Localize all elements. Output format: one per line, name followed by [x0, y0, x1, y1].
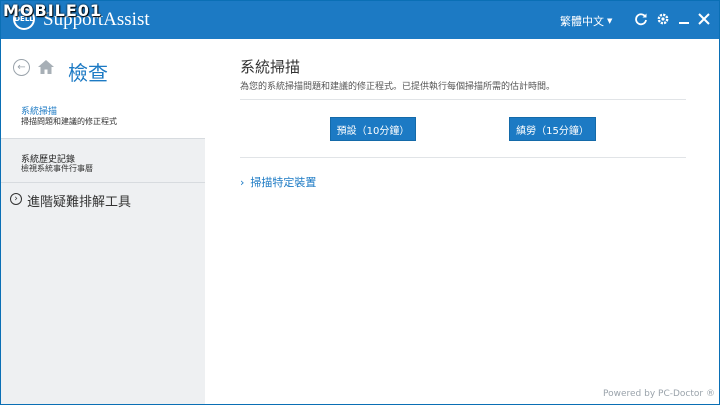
language-selector[interactable]: 繁體中文 ▼	[560, 13, 612, 29]
app-window: DELL SupportAssist MOBILE01 繁體中文 ▼ ← 檢查	[0, 0, 720, 405]
divider	[240, 99, 686, 100]
thorough-scan-button[interactable]: 縝勞（15分鐘）	[509, 117, 596, 141]
main-panel: 系統掃描 為您的系統掃描問題和建議的修正程式。已提供執行每個掃描所需的估計時間。…	[205, 39, 719, 404]
sidebar-item-sublabel: 檢視系統事件行事曆	[21, 164, 93, 173]
language-label: 繁體中文	[560, 15, 604, 28]
back-arrow-icon[interactable]: ←	[13, 59, 30, 76]
close-icon[interactable]	[695, 10, 713, 28]
page-title: 系統掃描	[240, 58, 301, 76]
page-description: 為您的系統掃描問題和建議的修正程式。已提供執行每個掃描所需的估計時間。	[240, 82, 556, 92]
sidebar-item-label: 進階疑難排解工具	[27, 195, 132, 210]
watermark: MOBILE01	[3, 1, 103, 20]
sidebar-header: ← 檢查	[1, 39, 205, 94]
minimize-icon[interactable]	[675, 10, 693, 28]
title-bar: DELL SupportAssist MOBILE01 繁體中文 ▼	[1, 1, 719, 39]
gear-icon[interactable]	[654, 10, 672, 28]
refresh-icon[interactable]	[632, 10, 650, 28]
sidebar-item-system-history[interactable]: 系統歷史記錄 檢視系統事件行事曆	[1, 138, 205, 183]
sidebar: ← 檢查 系統掃描 掃描問題和建議的修正程式 系統歷史記錄 檢視系統事件行事曆 …	[1, 39, 205, 404]
divider	[240, 157, 686, 158]
sidebar-item-system-scan[interactable]: 系統掃描 掃描問題和建議的修正程式	[1, 94, 205, 138]
chevron-right-icon: ›	[240, 175, 245, 189]
sidebar-item-advanced-tools[interactable]: › 進階疑難排解工具	[1, 182, 205, 215]
chevron-right-icon: ›	[10, 193, 22, 205]
home-icon[interactable]	[37, 58, 55, 76]
sidebar-title: 檢查	[68, 61, 108, 85]
scan-specific-device-label: 掃描特定裝置	[250, 176, 317, 189]
scan-specific-device-link[interactable]: › 掃描特定裝置	[240, 174, 316, 190]
chevron-down-icon: ▼	[607, 17, 613, 25]
footer-credit: Powered by PC-Doctor ®	[603, 389, 715, 399]
sidebar-item-sublabel: 掃描問題和建議的修正程式	[21, 117, 117, 126]
default-scan-button[interactable]: 預設（10分鐘）	[330, 117, 416, 141]
